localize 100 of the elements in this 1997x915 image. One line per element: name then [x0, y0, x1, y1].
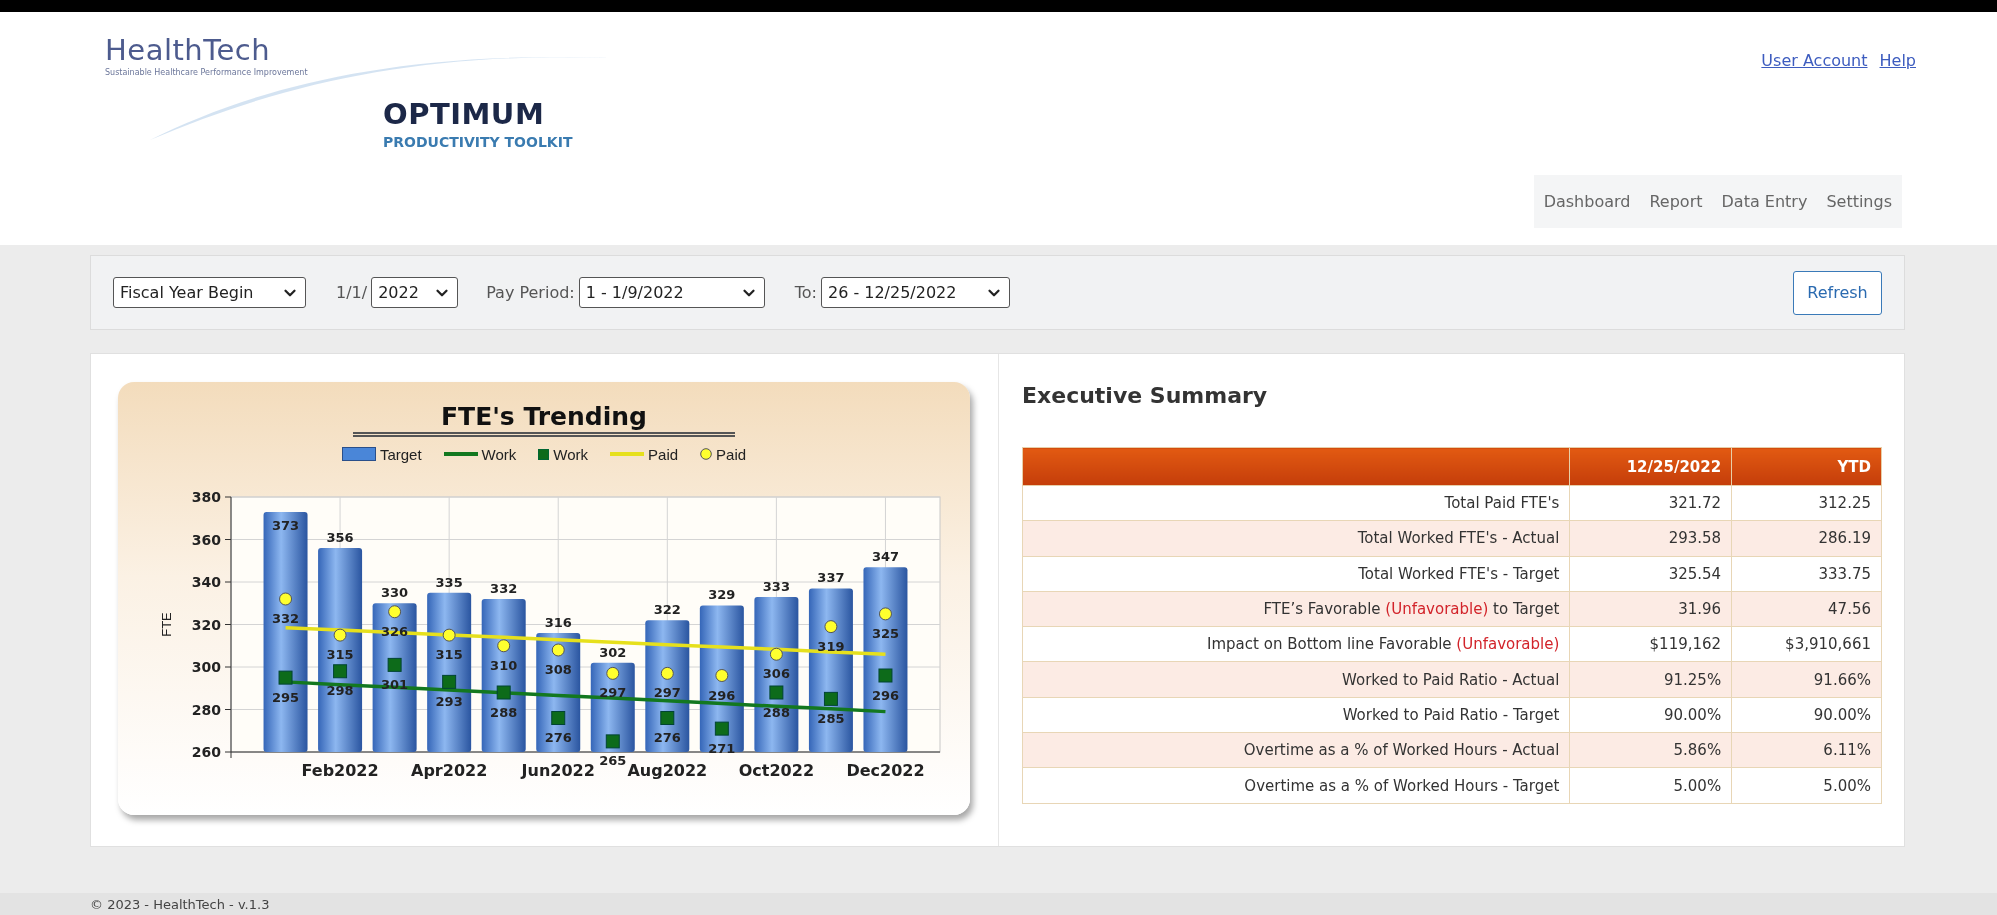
circle-marker: [279, 592, 293, 606]
y-tick-label: 260: [191, 744, 221, 760]
data-label: 288: [490, 704, 518, 720]
square-marker: [823, 691, 838, 706]
table-cell: 47.56: [1731, 591, 1882, 627]
bar-swatch-icon: [341, 447, 376, 461]
table-cell: 5.86%: [1569, 732, 1732, 768]
data-label: 285: [817, 710, 845, 726]
row-label: Overtime as a % of Worked Hours - Actual: [1022, 732, 1570, 768]
table-cell: 293.58: [1569, 520, 1732, 557]
table-cell: $3,910,661: [1731, 626, 1882, 662]
pay-period-label: Pay Period:: [486, 283, 575, 302]
line-swatch-icon: [443, 452, 478, 456]
table-cell: 31.96: [1569, 591, 1732, 627]
header-link[interactable]: User Account: [1761, 51, 1868, 70]
circle-marker: [388, 605, 402, 619]
circle-marker: [715, 669, 729, 682]
row-label: Total Worked FTE's - Actual: [1022, 520, 1570, 557]
row-label: Total Worked FTE's - Target: [1022, 556, 1570, 592]
nav-link[interactable]: Report: [1649, 192, 1703, 211]
square-marker: [387, 657, 402, 672]
refresh-button[interactable]: Refresh: [1793, 270, 1882, 315]
table-cell: 90.00%: [1731, 697, 1882, 733]
square-marker: [278, 670, 293, 685]
data-label: 319: [817, 638, 845, 654]
data-label: 265: [599, 753, 627, 769]
row-label: Worked to Paid Ratio - Target: [1022, 697, 1570, 733]
y-tick-label: 340: [191, 574, 221, 590]
square-marker: [333, 664, 348, 679]
circle-marker: [606, 666, 620, 680]
table-cell: 90.00%: [1569, 697, 1732, 733]
row-label: FTE’s Favorable (Unfavorable) to Target: [1022, 591, 1570, 627]
date-prefix: 1/1/: [336, 283, 368, 302]
data-label: 373: [271, 517, 300, 533]
pay-period-select[interactable]: 1 - 1/9/2022: [578, 277, 765, 308]
table-cell: 333.75: [1731, 556, 1882, 592]
table-cell: 321.72: [1569, 485, 1732, 521]
square-marker: [769, 685, 784, 700]
row-label: Overtime as a % of Worked Hours - Target: [1022, 767, 1570, 804]
line-swatch-icon: [610, 452, 645, 456]
data-label: 316: [544, 615, 572, 630]
x-tick-label: Jun2022: [521, 761, 595, 780]
table-cell: 325.54: [1569, 556, 1732, 592]
data-label: 310: [490, 657, 518, 673]
circle-marker: [442, 628, 456, 642]
square-marker: [496, 685, 511, 700]
to-period-select[interactable]: 26 - 12/25/2022: [820, 277, 1010, 308]
data-label: 306: [762, 666, 790, 682]
data-label: 293: [435, 693, 463, 709]
data-label: 297: [653, 685, 681, 701]
brand-tagline: Sustainable Healthcare Performance Improvement: [105, 68, 309, 77]
data-label: 332: [271, 611, 300, 626]
legend-label: Paid: [716, 445, 747, 463]
chart-title: FTE's Trending: [353, 402, 735, 437]
circle-marker-icon: [700, 448, 713, 460]
legend-label: Paid: [648, 445, 679, 463]
data-label: 335: [435, 574, 463, 590]
square-marker: [551, 711, 566, 725]
table-cell: 91.66%: [1731, 662, 1882, 698]
data-label: 302: [599, 644, 627, 660]
y-tick-label: 280: [191, 701, 221, 718]
data-label: 329: [708, 587, 736, 603]
brand-name: HealthTech: [105, 33, 272, 67]
legend-label: Work: [481, 445, 517, 463]
column-header: YTD: [1731, 447, 1882, 486]
nav-link[interactable]: Settings: [1826, 192, 1892, 211]
circle-marker: [660, 666, 674, 680]
data-label: 296: [871, 687, 900, 703]
section-title: Executive Summary: [1022, 383, 1269, 410]
x-tick-label: Oct2022: [738, 761, 814, 780]
data-label: 295: [271, 689, 300, 705]
data-label: 337: [817, 570, 845, 586]
nav-link[interactable]: Dashboard: [1543, 192, 1631, 211]
legend-label: Target: [379, 445, 422, 463]
header-link[interactable]: Help: [1879, 51, 1916, 70]
data-label: 325: [871, 625, 900, 641]
table-cell: 312.25: [1731, 485, 1882, 521]
nav-link[interactable]: Data Entry: [1721, 192, 1808, 211]
y-axis-title: FTE: [159, 612, 174, 637]
x-tick-label: Dec2022: [846, 761, 925, 780]
year-select[interactable]: 2022: [371, 277, 459, 308]
data-label: 276: [653, 730, 681, 745]
row-label: Impact on Bottom line Favorable (Unfavorable): [1022, 626, 1570, 662]
square-marker: [605, 734, 620, 749]
y-tick-label: 320: [191, 616, 221, 633]
row-label: Total Paid FTE's: [1022, 485, 1570, 521]
legend-label: Work: [553, 445, 589, 463]
table-cell: 6.11%: [1731, 732, 1882, 768]
circle-marker: [333, 628, 347, 642]
x-tick-label: Aug2022: [627, 761, 708, 780]
data-label: 322: [653, 602, 681, 618]
data-label: 298: [326, 683, 354, 699]
fiscal-year-select[interactable]: Fiscal Year Begin: [113, 277, 306, 308]
circle-marker: [551, 643, 565, 657]
data-label: 347: [871, 549, 900, 565]
y-tick-label: 360: [191, 531, 221, 548]
table-cell: 91.25%: [1569, 662, 1732, 698]
data-label: 271: [708, 740, 736, 756]
data-label: 296: [708, 687, 736, 703]
data-label: 330: [381, 585, 409, 601]
